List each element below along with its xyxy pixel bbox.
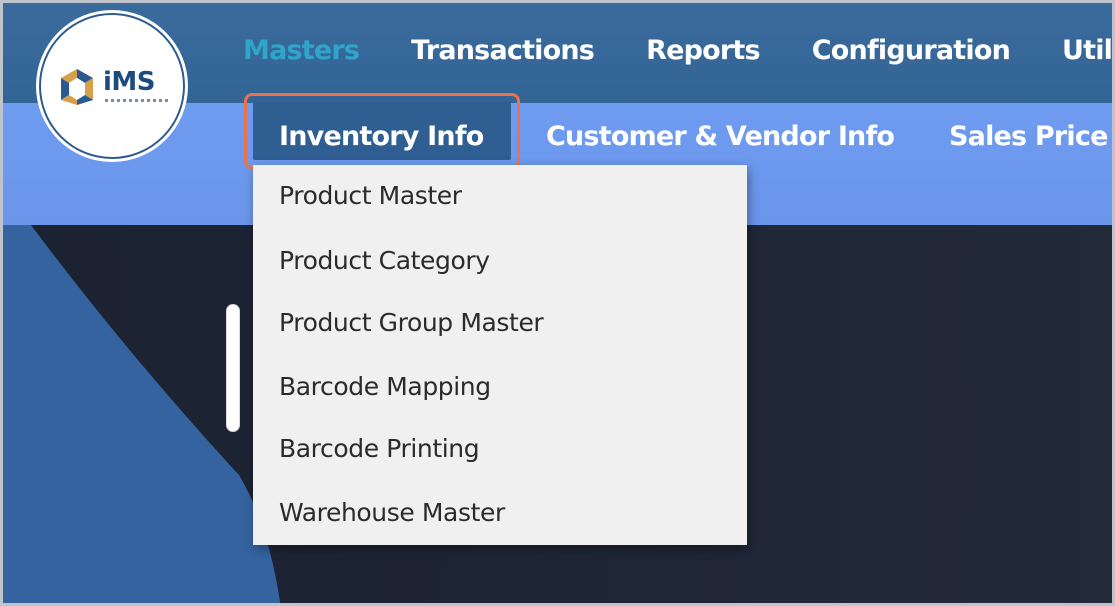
logo-tagline [105,99,169,102]
scroll-handle[interactable] [227,305,239,431]
logo-cube-icon [61,69,93,105]
menu-item-barcode-mapping[interactable]: Barcode Mapping [279,369,491,405]
menu-item-product-group-master[interactable]: Product Group Master [279,305,544,341]
top-nav-masters[interactable]: Masters [243,31,360,71]
inventory-info-dropdown: Product Master Product Category Product … [253,165,747,545]
app-logo[interactable]: iMS [39,13,185,159]
sub-nav-customer-vendor-info[interactable]: Customer & Vendor Info [546,115,895,159]
top-nav-transactions[interactable]: Transactions [411,31,595,71]
menu-item-warehouse-master[interactable]: Warehouse Master [279,495,505,531]
top-nav-utilities[interactable]: Utilities [1062,31,1112,71]
logo-text: iMS [103,67,156,97]
menu-item-product-master[interactable]: Product Master [279,178,462,214]
app-window: Masters Transactions Reports Configurati… [0,0,1115,606]
menu-item-product-category[interactable]: Product Category [279,243,490,279]
sub-nav-inventory-info[interactable]: Inventory Info [279,115,484,159]
top-nav: Masters Transactions Reports Configurati… [243,31,1112,71]
sub-nav-sales-price-info[interactable]: Sales Price In [949,115,1112,159]
menu-item-barcode-printing[interactable]: Barcode Printing [279,431,480,467]
top-nav-reports[interactable]: Reports [646,31,760,71]
top-nav-configuration[interactable]: Configuration [812,31,1011,71]
